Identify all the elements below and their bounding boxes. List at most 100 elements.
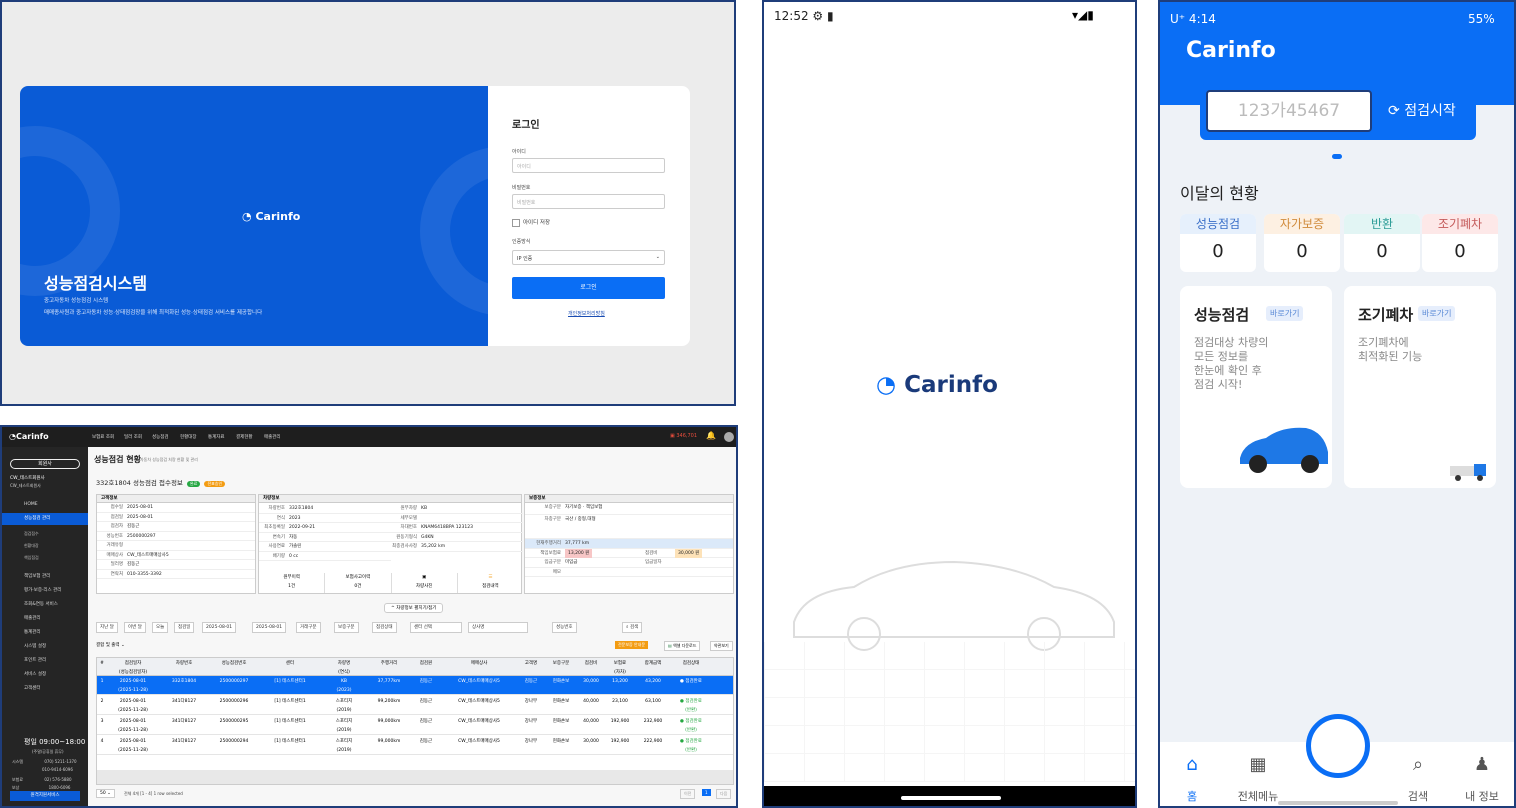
shortcut-badge[interactable]: 바로가기 xyxy=(1266,306,1304,321)
sidebar-item[interactable]: 매출관리 xyxy=(2,613,88,625)
history-link[interactable]: 원부이력 1건 xyxy=(259,573,326,593)
menu-item[interactable]: 현황대장 xyxy=(180,434,197,440)
menu-item[interactable]: 딜러 조회 xyxy=(124,434,142,440)
perf-number-select[interactable]: 성능번호 xyxy=(552,622,577,633)
home-icon[interactable]: ⌂ xyxy=(1162,754,1222,775)
sidebar-sub-item[interactable]: 책임점검 xyxy=(24,555,39,561)
column-header[interactable]: 점검원 xyxy=(411,658,441,668)
page-size-select[interactable]: 50 ⌄ xyxy=(96,789,115,798)
early-scrap-card[interactable]: 조기폐차 바로가기 조기폐차에 최적화된 기능 xyxy=(1344,286,1496,488)
menu-item[interactable]: 매출관리 xyxy=(264,434,281,440)
nav-home[interactable]: 홈 xyxy=(1162,788,1222,804)
carinfo-logo[interactable]: ◔Carinfo xyxy=(9,432,49,441)
home-gesture-bar[interactable] xyxy=(901,796,1001,800)
table-cell: 4 xyxy=(100,739,104,744)
sidebar-item[interactable]: 통계관리 xyxy=(2,627,88,639)
table-row[interactable]: 3 2025-08-01 (2025-11-28) 341다8127 25000002… xyxy=(97,716,733,735)
sidebar-item-inspection[interactable]: 성능점검 관리 xyxy=(2,513,88,525)
start-inspection-button[interactable]: ⟳ 점검시작 xyxy=(1388,100,1456,120)
column-header[interactable]: 보험료 (자차) xyxy=(605,658,635,677)
table-row[interactable]: 1 2025-08-01 (2025-11-28) 332호1804 25000002… xyxy=(97,676,733,695)
table-row[interactable]: 4 2025-08-01 (2025-11-28) 341다8127 25000002… xyxy=(97,736,733,755)
column-header[interactable]: 차량명 (연식) xyxy=(321,658,367,677)
plate-input[interactable]: 123가45467 xyxy=(1206,90,1372,132)
center-logo-button[interactable] xyxy=(1306,714,1370,778)
page-1-button[interactable]: 1 xyxy=(702,789,711,796)
date-type-select[interactable]: 점검일 xyxy=(174,622,195,633)
filter-this-month[interactable]: 이번 달 xyxy=(124,622,146,633)
table-row[interactable]: 2 2025-08-01 (2025-11-28) 341다8127 25000002… xyxy=(97,696,733,715)
terms-button[interactable]: 약관보기 xyxy=(710,641,733,651)
stat-card[interactable]: 자가보증 0 xyxy=(1264,214,1340,272)
photo-link[interactable]: ▣ 차량사진 xyxy=(392,573,458,593)
column-header[interactable]: 점검상태 xyxy=(671,658,711,668)
member-button[interactable]: 회원사 xyxy=(10,459,80,469)
horizontal-scrollbar[interactable] xyxy=(97,770,733,784)
sidebar-sub-item[interactable]: 현황대장 xyxy=(24,543,39,549)
shortcut-badge[interactable]: 바로가기 xyxy=(1418,306,1456,321)
menu-item[interactable]: 성능점검 xyxy=(152,434,169,440)
status-select[interactable]: 점검상태 xyxy=(372,622,397,633)
auth-value: IP 인증 xyxy=(517,256,533,262)
sidebar-item[interactable]: 조회&연동 서비스 xyxy=(2,599,88,611)
filter-today[interactable]: 오늘 xyxy=(152,622,169,633)
menu-item[interactable]: 결제현황 xyxy=(236,434,253,440)
sidebar-item[interactable]: 서비스 설정 xyxy=(2,669,88,681)
prev-page-button[interactable]: 이전 xyxy=(680,789,696,799)
end-date-input[interactable]: 2025-08-01 xyxy=(252,622,287,633)
next-page-button[interactable]: 다음 xyxy=(716,789,732,799)
column-header[interactable]: 점검일자 (성능점검일자) xyxy=(107,658,159,677)
search-button[interactable]: ⌕ 검색 xyxy=(622,622,643,633)
user-icon[interactable]: ♟ xyxy=(1452,754,1512,775)
checkbox-box[interactable] xyxy=(512,218,520,227)
accident-link[interactable]: 보험사고이력 0건 xyxy=(325,573,392,593)
auth-select[interactable]: IP 인증 ⌄ xyxy=(512,250,665,265)
center-select[interactable]: 센터 선택 xyxy=(410,622,462,633)
nav-my-info[interactable]: 내 정보 xyxy=(1452,788,1512,804)
column-header[interactable]: 성능점검번호 xyxy=(209,658,259,668)
grid-menu-icon[interactable]: ▦ xyxy=(1228,754,1288,775)
column-header[interactable]: 센터 xyxy=(259,658,321,668)
password-input[interactable]: 비밀번호 xyxy=(512,194,665,209)
column-header[interactable]: 차량번호 xyxy=(159,658,209,668)
privacy-link[interactable]: 개인정보처리방침 xyxy=(568,310,605,317)
remote-support-button[interactable]: 원격지원서비스 xyxy=(10,791,80,801)
menu-item[interactable]: 통계자료 xyxy=(208,434,225,440)
sidebar-sub-item[interactable]: 점검접수 xyxy=(24,531,39,537)
start-date-input[interactable]: 2025-08-01 xyxy=(202,622,237,633)
sidebar-item-home[interactable]: HOME xyxy=(2,499,88,511)
remember-id-checkbox[interactable]: 아이디 저장 xyxy=(512,218,550,227)
stat-card[interactable]: 반환 0 xyxy=(1344,214,1420,272)
filter-last-month[interactable]: 지난 달 xyxy=(96,622,118,633)
toggle-vehicle-info[interactable]: ^ 차량정보 펼치기/접기 xyxy=(384,603,444,613)
login-button[interactable]: 로그인 xyxy=(512,277,665,299)
sidebar-item[interactable]: 책임보험 관리 xyxy=(2,571,88,583)
dealer-input[interactable]: 상사명 xyxy=(468,622,528,633)
search-icon[interactable]: ⌕ xyxy=(1388,754,1448,775)
trade-type-select[interactable]: 거래구분 xyxy=(296,622,321,633)
sidebar-item[interactable]: 고객센터 xyxy=(2,683,88,695)
column-header[interactable]: 매매상사 xyxy=(441,658,517,668)
sidebar-item[interactable]: 시스템 설정 xyxy=(2,641,88,653)
alert-count[interactable]: ▣ 346,701 xyxy=(670,433,697,439)
excel-download-button[interactable]: ▤ 엑셀 다운로드 xyxy=(664,641,701,651)
id-input[interactable]: 아이디 xyxy=(512,158,665,173)
inspection-card[interactable]: 성능점검 바로가기 점검대상 차량의 모든 정보를 한눈에 확인 후 점검 시작! xyxy=(1180,286,1332,488)
bell-icon[interactable]: 🔔 xyxy=(706,431,716,440)
column-header[interactable]: 고객명 xyxy=(517,658,545,668)
sidebar-item[interactable]: 평가·보증·리스 관리 xyxy=(2,585,88,597)
warranty-guide-button[interactable]: 전문보증 안내문 xyxy=(615,641,649,649)
avatar[interactable] xyxy=(724,432,734,442)
column-header[interactable]: # xyxy=(97,658,107,668)
column-header[interactable]: 주행거리 xyxy=(367,658,411,668)
inspection-link[interactable]: ☰ 점검내역 xyxy=(458,573,523,593)
warranty-type-select[interactable]: 보증구분 xyxy=(334,622,359,633)
column-header[interactable]: 보증구분 xyxy=(545,658,577,668)
sidebar-item[interactable]: 포인트 관리 xyxy=(2,655,88,667)
menu-item[interactable]: 보험료 조회 xyxy=(92,434,114,440)
stat-card[interactable]: 조기폐차 0 xyxy=(1422,214,1498,272)
column-header[interactable]: 점검비 xyxy=(577,658,605,668)
stat-card[interactable]: 성능점검 0 xyxy=(1180,214,1256,272)
output-menu[interactable]: 결합 및 출력 ⌄ xyxy=(96,642,125,648)
column-header[interactable]: 합계금액 xyxy=(635,658,671,668)
